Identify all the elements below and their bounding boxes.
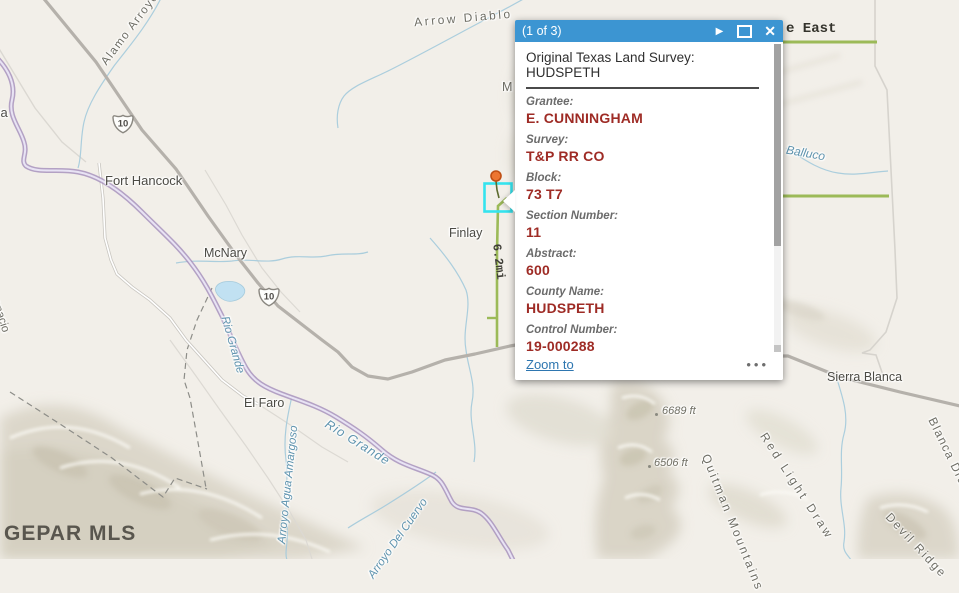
label-elevation-6689: 6689 ft — [662, 405, 696, 417]
map-canvas[interactable]: 10 10 Alamo Arroyo Arrow Diablo M Fort H… — [0, 0, 959, 559]
close-icon[interactable]: ✕ — [764, 22, 776, 40]
label-el-faro: El Faro — [244, 396, 284, 410]
popup-scrollbar-thumb[interactable] — [774, 44, 781, 246]
peak-dot-icon — [655, 413, 658, 416]
field-label: Survey: — [526, 134, 765, 147]
popup-tail — [503, 190, 515, 212]
field-row: Block: 73 T7 — [526, 172, 765, 203]
field-row: Survey: T&P RR CO — [526, 134, 765, 165]
label-fort-hancock: Fort Hancock — [105, 173, 182, 188]
field-label: Abstract: — [526, 248, 765, 261]
field-label: Section Number: — [526, 210, 765, 223]
label-quad-east: e East — [786, 21, 836, 37]
field-label: Grantee: — [526, 96, 765, 109]
maximize-icon[interactable] — [737, 25, 752, 38]
lake — [215, 281, 244, 301]
popup-title: Original Texas Land Survey: HUDSPETH — [526, 50, 759, 89]
label-partial-m: M — [502, 80, 512, 94]
label-sierra-blanca: Sierra Blanca — [827, 370, 902, 384]
peak-dot-icon — [648, 465, 651, 468]
field-row: Grantee: E. CUNNINGHAM — [526, 96, 765, 127]
ellipsis-icon[interactable]: ••• — [746, 357, 769, 372]
field-value: T&P RR CO — [526, 148, 765, 165]
field-row: Abstract: 600 — [526, 248, 765, 279]
field-value: 600 — [526, 262, 765, 279]
popup-scrollbar[interactable] — [774, 44, 781, 356]
field-value: 73 T7 — [526, 186, 765, 203]
field-label: Control Number: — [526, 324, 765, 337]
field-row: Control Number: 19-000288 — [526, 324, 765, 355]
field-label: Block: — [526, 172, 765, 185]
label-partial-za: za — [0, 105, 8, 120]
popup-pagination: (1 of 3) — [522, 24, 562, 38]
feature-popup: (1 of 3) ▶ ✕ Original Texas Land Survey:… — [515, 20, 783, 380]
svg-text:10: 10 — [118, 119, 129, 130]
map-art — [0, 0, 959, 559]
popup-header: (1 of 3) ▶ ✕ — [515, 20, 783, 42]
label-mcnary: McNary — [204, 246, 247, 260]
field-value: 11 — [526, 224, 765, 241]
label-elevation-6506: 6506 ft — [654, 457, 688, 469]
field-label: County Name: — [526, 286, 765, 299]
zoom-to-link[interactable]: Zoom to — [526, 357, 574, 372]
popup-footer: Zoom to ••• — [515, 352, 783, 380]
interstate-10-shield: 10 — [111, 113, 135, 135]
field-value: E. CUNNINGHAM — [526, 110, 765, 127]
svg-text:10: 10 — [264, 292, 275, 303]
watermark-gepar-mls: GEPAR MLS — [4, 522, 136, 546]
field-row: Section Number: 11 — [526, 210, 765, 241]
next-feature-icon[interactable]: ▶ — [716, 22, 724, 40]
field-value: HUDSPETH — [526, 300, 765, 317]
interstate-10-shield: 10 — [257, 286, 281, 308]
field-row: County Name: HUDSPETH — [526, 286, 765, 317]
popup-body: Original Texas Land Survey: HUDSPETH Gra… — [515, 42, 783, 362]
label-finlay: Finlay — [449, 226, 482, 240]
